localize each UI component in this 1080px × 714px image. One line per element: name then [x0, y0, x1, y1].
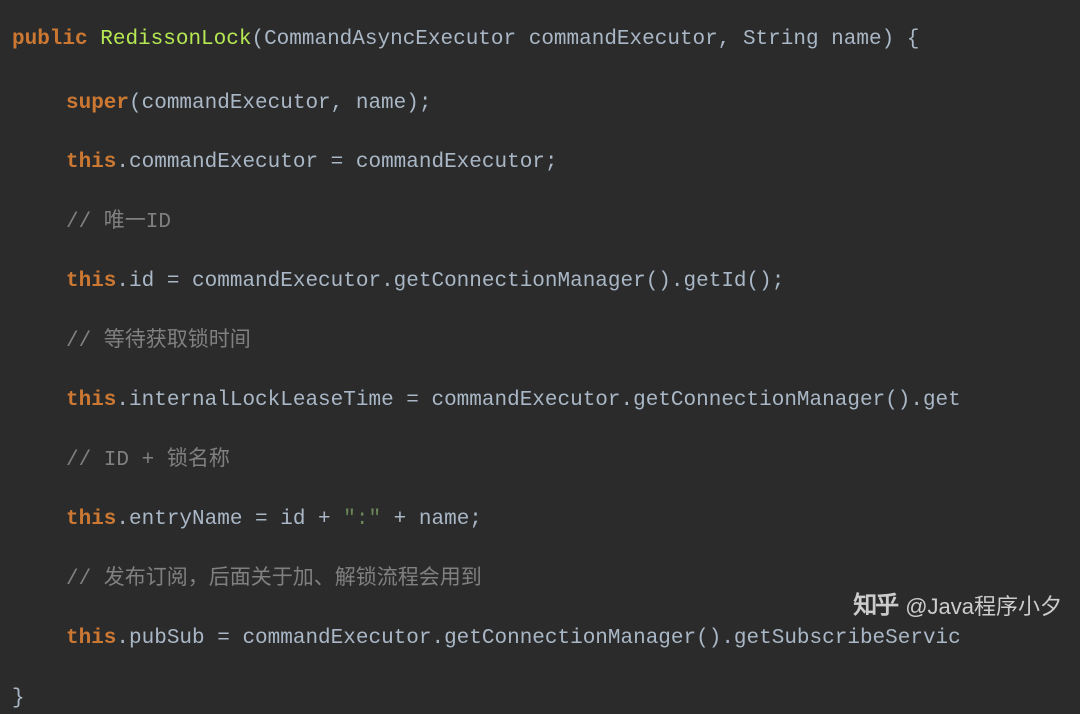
code-line-cmdexec: this.commandExecutor = commandExecutor;	[12, 147, 1068, 179]
watermark-text: @Java程序小夕	[905, 590, 1062, 623]
assign-entry-post: + name;	[381, 508, 482, 531]
comment-unique-id: // 唯一ID	[12, 207, 1068, 239]
assign-pubsub: .pubSub = commandExecutor.getConnectionM…	[116, 627, 960, 650]
keyword-this: this	[66, 270, 116, 293]
keyword-this: this	[66, 151, 116, 174]
keyword-this: this	[66, 508, 116, 531]
code-line-id: this.id = commandExecutor.getConnectionM…	[12, 266, 1068, 298]
string-literal: ":"	[343, 508, 381, 531]
close-brace: }	[12, 683, 1068, 714]
code-line-entryname: this.entryName = id + ":" + name;	[12, 504, 1068, 536]
assign-locklease: .internalLockLeaseTime = commandExecutor…	[116, 389, 960, 412]
assign-cmdexec: .commandExecutor = commandExecutor;	[116, 151, 557, 174]
keyword-public: public	[12, 28, 88, 51]
super-args: (commandExecutor, name);	[129, 92, 431, 115]
signature-params: (CommandAsyncExecutor commandExecutor, S…	[251, 28, 919, 51]
code-line-super: super(commandExecutor, name);	[12, 88, 1068, 120]
code-line-signature: public RedissonLock(CommandAsyncExecutor…	[12, 24, 1068, 56]
keyword-this: this	[66, 389, 116, 412]
assign-id: .id = commandExecutor.getConnectionManag…	[116, 270, 784, 293]
comment-wait-lock: // 等待获取锁时间	[12, 326, 1068, 358]
watermark: 知乎 @Java程序小夕	[853, 588, 1062, 624]
zhihu-logo-icon: 知乎	[853, 588, 897, 624]
keyword-super: super	[66, 92, 129, 115]
assign-entry-pre: .entryName = id +	[116, 508, 343, 531]
method-name: RedissonLock	[100, 28, 251, 51]
code-line-pubsub: this.pubSub = commandExecutor.getConnect…	[12, 623, 1068, 655]
comment-id-lockname: // ID + 锁名称	[12, 445, 1068, 477]
keyword-this: this	[66, 627, 116, 650]
code-line-locklease: this.internalLockLeaseTime = commandExec…	[12, 385, 1068, 417]
